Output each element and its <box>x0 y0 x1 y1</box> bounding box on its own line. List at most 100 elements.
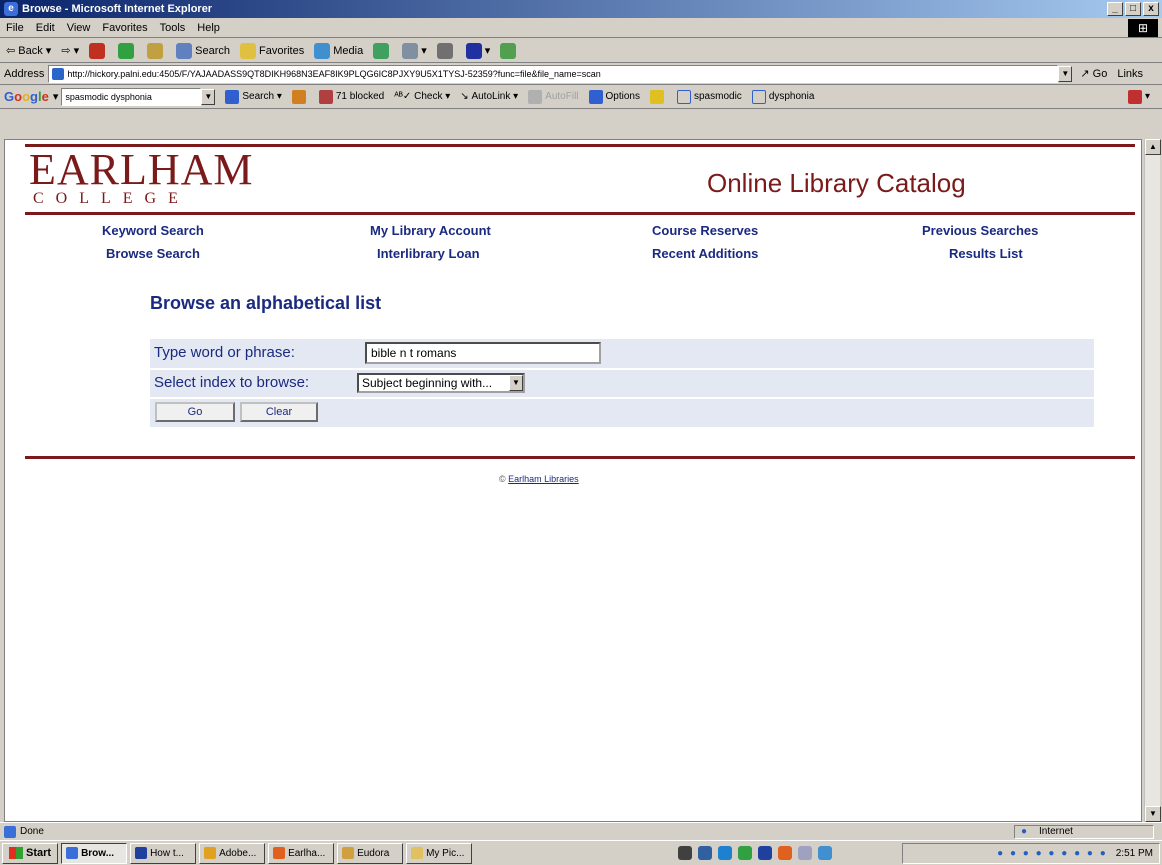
edit-button[interactable]: ▾ <box>465 42 490 59</box>
go-button[interactable]: ↗ Go <box>1080 67 1107 80</box>
status-text: Done <box>20 826 44 837</box>
scroll-up-button[interactable]: ▲ <box>1145 139 1161 155</box>
quicklaunch-icon[interactable] <box>758 846 772 860</box>
media-icon <box>314 42 331 59</box>
task-browse[interactable]: Brow... <box>61 842 128 864</box>
page-viewport: EARLHAM COLLEGE Online Library Catalog K… <box>4 139 1142 822</box>
options-label: Options <box>605 91 640 102</box>
media-label: Media <box>333 44 364 57</box>
menu-help[interactable]: Help <box>197 22 220 34</box>
task-earlham[interactable]: Earlha... <box>268 842 335 864</box>
favorites-button[interactable]: Favorites <box>239 42 304 59</box>
adobe-icon <box>204 847 217 859</box>
messenger-button[interactable] <box>500 42 519 59</box>
media-button[interactable]: Media <box>314 42 364 59</box>
back-label: Back <box>18 44 43 57</box>
zone-label: Internet <box>1039 826 1073 837</box>
task-eudora[interactable]: Eudora <box>337 842 404 864</box>
menu-edit[interactable]: Edit <box>36 22 55 34</box>
clock[interactable]: 2:51 PM <box>1116 848 1153 859</box>
print-button[interactable] <box>436 42 456 59</box>
popup-blocker-button[interactable]: 71 blocked <box>318 89 385 104</box>
task-my-pictures[interactable]: My Pic... <box>406 842 473 864</box>
start-button[interactable]: Start <box>2 842 59 864</box>
quicklaunch-icon[interactable] <box>738 846 752 860</box>
nav-recent-additions[interactable]: Recent Additions <box>652 246 758 261</box>
spell-check-button[interactable]: ᴬᴮ✓ Check ▾ <box>394 91 450 102</box>
index-select[interactable]: Subject beginning with... ▼ <box>357 373 525 393</box>
nav-browse-search[interactable]: Browse Search <box>106 246 200 261</box>
chevron-down-icon[interactable]: ▼ <box>509 375 523 391</box>
quicklaunch-icon[interactable] <box>778 846 792 860</box>
google-search-button[interactable]: Search ▾ <box>225 89 282 104</box>
quicklaunch-icon[interactable] <box>798 846 812 860</box>
find-word-spasmodic[interactable]: spasmodic <box>677 89 742 104</box>
search-button[interactable]: Search <box>176 42 230 59</box>
options-icon <box>588 89 603 104</box>
find-word-label: spasmodic <box>694 91 742 102</box>
highlight-button[interactable] <box>650 89 667 104</box>
stop-button[interactable] <box>89 42 108 59</box>
nav-previous-searches[interactable]: Previous Searches <box>922 223 1038 238</box>
refresh-button[interactable] <box>118 42 137 59</box>
clear-button[interactable]: Clear <box>240 402 318 422</box>
address-label: Address <box>4 67 45 80</box>
earlham-logo[interactable]: EARLHAM <box>29 148 254 192</box>
messenger-icon <box>500 42 517 59</box>
menu-favorites[interactable]: Favorites <box>102 22 147 34</box>
menu-file[interactable]: File <box>6 22 24 34</box>
status-bar: Done ● Internet <box>0 822 1162 840</box>
links-button[interactable]: Links <box>1117 68 1143 80</box>
find-word-dysphonia[interactable]: dysphonia <box>751 89 814 104</box>
word-icon <box>135 847 148 859</box>
vertical-scrollbar[interactable]: ▲ ▼ <box>1144 139 1161 822</box>
autolink-button[interactable]: ↘ AutoLink ▾ <box>460 91 518 102</box>
google-logo[interactable]: Google <box>4 89 49 104</box>
close-button[interactable]: x <box>1143 2 1159 16</box>
news-button[interactable] <box>291 89 309 104</box>
google-menu-chevron-icon[interactable]: ▾ <box>53 90 59 103</box>
nav-results-list[interactable]: Results List <box>949 246 1023 261</box>
scroll-down-button[interactable]: ▼ <box>1145 806 1161 822</box>
maximize-button[interactable]: □ <box>1125 2 1141 16</box>
google-search-input[interactable]: spasmodic dysphonia <box>61 87 202 106</box>
menu-tools[interactable]: Tools <box>160 22 186 34</box>
go-button[interactable]: Go <box>155 402 235 422</box>
quicklaunch-icon[interactable] <box>698 846 712 860</box>
quicklaunch-icon[interactable] <box>718 846 732 860</box>
minimize-button[interactable]: _ <box>1107 2 1123 16</box>
google-search-dropdown[interactable]: ▼ <box>201 88 216 105</box>
options-button[interactable]: Options <box>588 89 640 104</box>
standard-toolbar: ⇦ Back ▾ ⇨ ▾ Search Favorites Media ▾ ▾ <box>0 39 1162 63</box>
pagerank-menu-button[interactable]: ▾ <box>1127 89 1150 104</box>
home-button[interactable] <box>147 42 166 59</box>
address-dropdown-button[interactable]: ▼ <box>1058 65 1073 82</box>
task-word[interactable]: How t... <box>130 842 197 864</box>
window-controls: _ □ x <box>1107 2 1159 16</box>
nav-interlibrary-loan[interactable]: Interlibrary Loan <box>377 246 480 261</box>
autolink-label: AutoLink <box>471 91 511 102</box>
highlight-icon <box>650 89 664 104</box>
nav-my-library-account[interactable]: My Library Account <box>370 223 491 238</box>
autofill-button[interactable]: AutoFill <box>528 89 579 104</box>
earlham-libraries-link[interactable]: Earlham Libraries <box>508 474 579 484</box>
check-label: Check <box>414 91 443 102</box>
quick-launch <box>678 846 832 860</box>
nav-course-reserves[interactable]: Course Reserves <box>652 223 758 238</box>
news-icon <box>291 89 306 104</box>
task-adobe[interactable]: Adobe... <box>199 842 266 864</box>
stop-icon <box>89 42 106 59</box>
back-button[interactable]: ⇦ Back ▾ <box>6 44 51 58</box>
history-button[interactable] <box>373 42 392 59</box>
task-label: Adobe... <box>219 847 257 859</box>
menu-view[interactable]: View <box>67 22 91 34</box>
quicklaunch-icon[interactable] <box>818 846 832 860</box>
blocked-count: 71 blocked <box>335 91 385 102</box>
mail-button[interactable]: ▾ <box>402 42 427 59</box>
address-input[interactable]: http://hickory.palni.edu:4505/F/YAJAADAS… <box>48 64 1059 83</box>
word-input[interactable]: bible n t romans <box>365 342 601 364</box>
forward-button[interactable]: ⇨ ▾ <box>61 44 79 57</box>
nav-keyword-search[interactable]: Keyword Search <box>102 223 204 238</box>
quicklaunch-icon[interactable] <box>678 846 692 860</box>
tray-icons[interactable]: ● ● ● ● ● ● ● ● ● <box>997 848 1108 859</box>
